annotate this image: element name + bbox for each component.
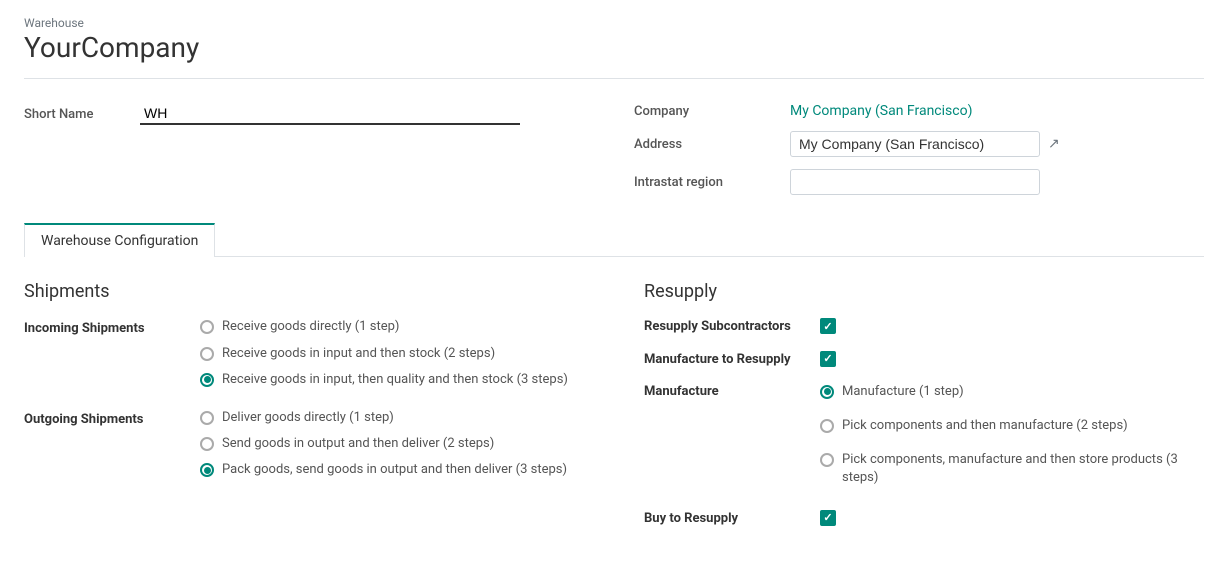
outgoing-radio-1[interactable] [200, 411, 214, 425]
main-content: Shipments Incoming Shipments Receive goo… [24, 281, 1204, 541]
external-link-icon[interactable]: ↗ [1048, 136, 1060, 152]
resupply-section: Resupply Resupply Subcontractors Manufac… [644, 281, 1204, 541]
manufacture-option-1[interactable]: Manufacture (1 step) [820, 383, 1204, 401]
page-header: Warehouse YourCompany [24, 16, 1204, 79]
incoming-option-3[interactable]: Receive goods in input, then quality and… [200, 371, 584, 389]
outgoing-option-3[interactable]: Pack goods, send goods in output and the… [200, 461, 584, 479]
incoming-radio-2[interactable] [200, 347, 214, 361]
manufacture-option-2-label: Pick components and then manufacture (2 … [842, 417, 1128, 435]
tabs-bar: Warehouse Configuration [24, 223, 1204, 257]
manufacture-option-2[interactable]: Pick components and then manufacture (2 … [820, 417, 1204, 435]
manufacture-row: Manufacture Manufacture (1 step) Pick co… [644, 383, 1204, 496]
outgoing-option-1[interactable]: Deliver goods directly (1 step) [200, 409, 584, 427]
shipments-title: Shipments [24, 281, 584, 302]
shipments-section: Shipments Incoming Shipments Receive goo… [24, 281, 584, 541]
address-label: Address [634, 137, 774, 152]
outgoing-shipments-row: Outgoing Shipments Deliver goods directl… [24, 409, 584, 488]
incoming-radio-3[interactable] [200, 373, 214, 387]
incoming-option-2[interactable]: Receive goods in input and then stock (2… [200, 345, 584, 363]
outgoing-label-2: Send goods in output and then deliver (2… [222, 435, 494, 453]
manufacture-radio-1[interactable] [820, 385, 834, 399]
manufacture-radio-2[interactable] [820, 419, 834, 433]
form-section: Short Name Company My Company (San Franc… [24, 95, 1204, 203]
buy-resupply-row: Buy to Resupply [644, 510, 1204, 528]
page-title: YourCompany [24, 30, 1204, 66]
outgoing-label-3: Pack goods, send goods in output and the… [222, 461, 567, 479]
manufacture-resupply-row: Manufacture to Resupply [644, 351, 1204, 369]
manufacture-options: Manufacture (1 step) Pick components and… [820, 383, 1204, 496]
company-link[interactable]: My Company (San Francisco) [790, 103, 972, 119]
incoming-label-2: Receive goods in input and then stock (2… [222, 345, 495, 363]
manufacture-resupply-label: Manufacture to Resupply [644, 351, 804, 369]
incoming-shipments-row: Incoming Shipments Receive goods directl… [24, 318, 584, 397]
outgoing-shipments-label: Outgoing Shipments [24, 412, 143, 427]
short-name-label: Short Name [24, 103, 124, 122]
buy-resupply-label: Buy to Resupply [644, 510, 804, 528]
tab-warehouse-configuration[interactable]: Warehouse Configuration [24, 223, 215, 257]
resupply-title: Resupply [644, 281, 1204, 302]
outgoing-radio-3[interactable] [200, 463, 214, 477]
outgoing-label-1: Deliver goods directly (1 step) [222, 409, 394, 427]
outgoing-radio-2[interactable] [200, 437, 214, 451]
intrastat-label: Intrastat region [634, 175, 774, 190]
resupply-subcontractors-checkbox[interactable] [820, 318, 836, 334]
manufacture-option-3[interactable]: Pick components, manufacture and then st… [820, 451, 1204, 487]
incoming-shipments-label: Incoming Shipments [24, 321, 145, 336]
breadcrumb: Warehouse [24, 16, 1204, 30]
incoming-radio-1[interactable] [200, 320, 214, 334]
incoming-label-1: Receive goods directly (1 step) [222, 318, 399, 336]
incoming-option-1[interactable]: Receive goods directly (1 step) [200, 318, 584, 336]
manufacture-resupply-checkbox[interactable] [820, 351, 836, 367]
manufacture-radio-3[interactable] [820, 453, 834, 467]
resupply-subcontractors-label: Resupply Subcontractors [644, 318, 804, 336]
incoming-label-3: Receive goods in input, then quality and… [222, 371, 568, 389]
resupply-subcontractors-row: Resupply Subcontractors [644, 318, 1204, 336]
address-select[interactable]: My Company (San Francisco) [790, 131, 1040, 157]
intrastat-select[interactable] [790, 169, 1040, 195]
buy-resupply-checkbox[interactable] [820, 510, 836, 526]
company-label: Company [634, 104, 774, 119]
outgoing-option-2[interactable]: Send goods in output and then deliver (2… [200, 435, 584, 453]
manufacture-label: Manufacture [644, 383, 804, 401]
short-name-input[interactable] [140, 103, 520, 125]
manufacture-option-1-label: Manufacture (1 step) [842, 383, 964, 401]
manufacture-option-3-label: Pick components, manufacture and then st… [842, 451, 1204, 487]
